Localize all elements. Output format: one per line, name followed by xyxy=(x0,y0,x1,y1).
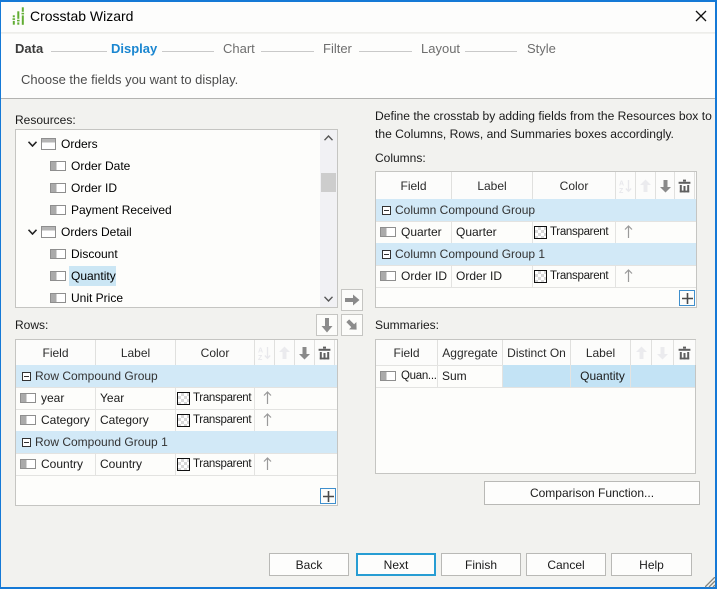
svg-text:Z: Z xyxy=(619,188,624,193)
svg-text:A: A xyxy=(619,180,624,187)
svg-text:Z: Z xyxy=(258,355,263,360)
svg-text:A: A xyxy=(258,347,263,354)
